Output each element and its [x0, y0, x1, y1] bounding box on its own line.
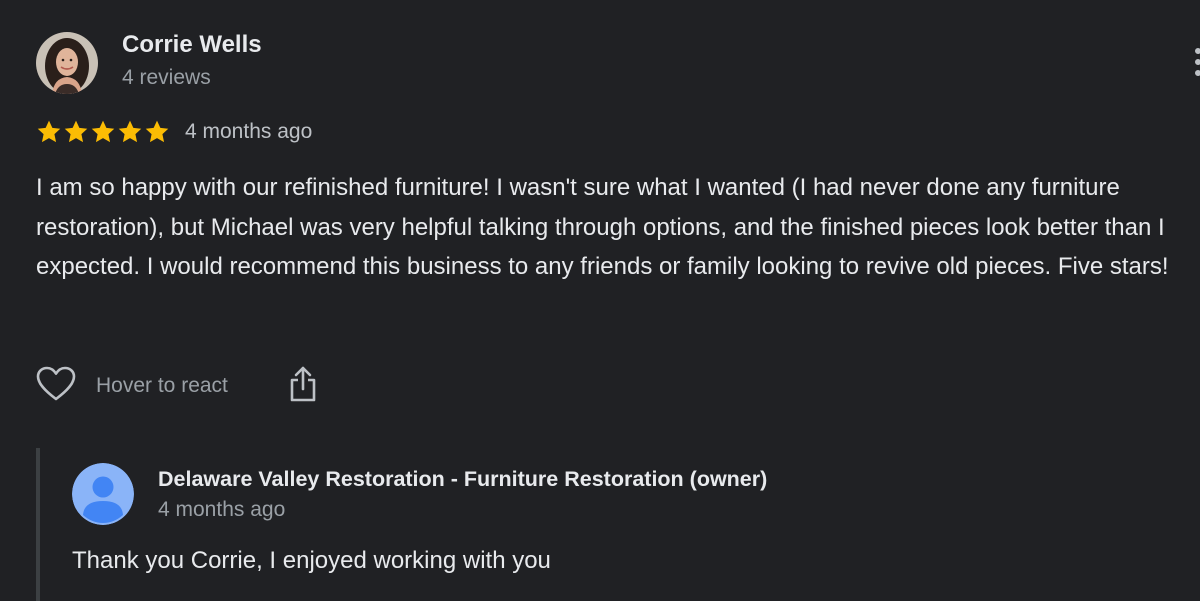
more-vertical-icon[interactable] — [1188, 46, 1200, 84]
star-icon — [118, 120, 142, 143]
star-icon — [37, 120, 61, 143]
review-date: 4 months ago — [185, 120, 313, 143]
owner-reply-text: Thank you Corrie, I enjoyed working with… — [72, 547, 551, 574]
react-button[interactable]: Hover to react — [36, 366, 228, 407]
review-text: I am so happy with our refinished furnit… — [36, 174, 1169, 280]
owner-reply: Delaware Valley Restoration - Furniture … — [36, 448, 1140, 601]
heart-outline-icon — [36, 366, 76, 407]
reviewer-avatar[interactable] — [36, 32, 98, 94]
star-icon — [64, 120, 88, 143]
owner-avatar — [72, 463, 134, 525]
star-icon — [145, 120, 169, 143]
share-button[interactable] — [288, 365, 318, 408]
reviewer-name[interactable]: Corrie Wells — [122, 31, 262, 59]
review-card: Corrie Wells 4 reviews 4 months ago I am… — [0, 0, 1200, 601]
owner-reply-date: 4 months ago — [158, 498, 286, 521]
share-icon — [288, 365, 318, 408]
owner-name: Delaware Valley Restoration - Furniture … — [158, 467, 768, 491]
rating-row: 4 months ago — [36, 117, 312, 147]
star-rating — [36, 119, 170, 145]
react-label: Hover to react — [96, 374, 228, 397]
review-actions: Hover to react — [36, 366, 318, 406]
star-icon — [91, 120, 115, 143]
reviewer-review-count[interactable]: 4 reviews — [122, 66, 211, 90]
